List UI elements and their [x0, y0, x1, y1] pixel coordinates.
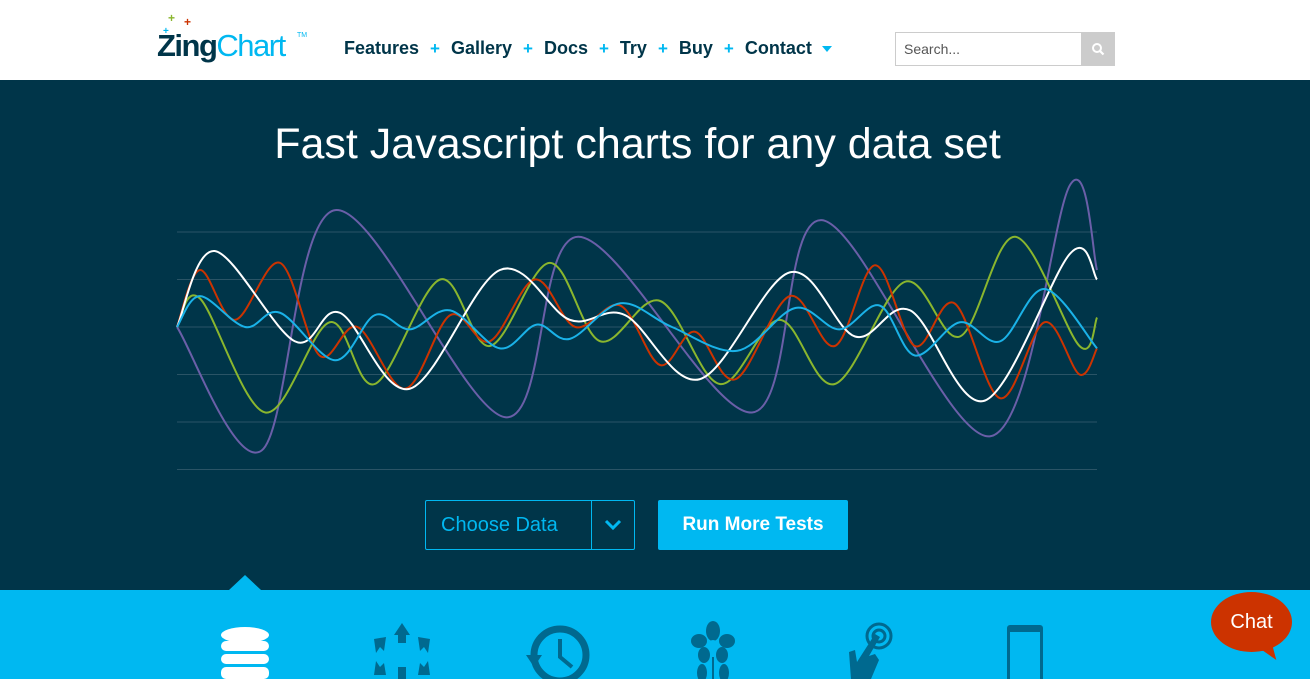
nav-contact[interactable]: Contact — [745, 38, 812, 59]
plus-icon: + — [184, 15, 192, 29]
dropdown-toggle[interactable] — [591, 501, 634, 549]
search-input[interactable] — [895, 32, 1081, 66]
nav-separator: + — [723, 38, 734, 58]
logo-text-chart: Chart — [216, 28, 286, 63]
trademark: TM — [297, 32, 308, 39]
hero-section: Fast Javascript charts for any data set … — [0, 80, 1310, 590]
run-more-tests-button[interactable]: Run More Tests — [658, 500, 848, 550]
series-line-0 — [176, 178, 1098, 454]
nav-separator: + — [523, 38, 533, 58]
touch-hand-icon[interactable] — [845, 622, 895, 679]
search-icon — [1092, 43, 1105, 56]
plus-icon: + — [168, 11, 176, 25]
choose-data-select[interactable]: Choose Data — [425, 500, 635, 550]
search-button[interactable] — [1081, 32, 1115, 66]
nav-separator: + — [598, 38, 609, 58]
database-icon[interactable] — [220, 627, 270, 679]
selected-pointer — [229, 575, 261, 590]
zingchart-logo[interactable]: + + + ZingChart TM — [157, 12, 307, 64]
chat-button[interactable]: Chat — [1211, 592, 1292, 652]
nav-docs[interactable]: Docs — [544, 38, 588, 59]
mobile-phone-icon[interactable] — [1006, 624, 1044, 679]
flower-icon[interactable] — [688, 621, 738, 679]
nav-gallery[interactable]: Gallery — [451, 38, 512, 59]
nav-separator: + — [657, 38, 668, 58]
logo-text-zing: Zing — [157, 28, 218, 63]
chevron-down-icon — [604, 519, 622, 531]
site-header: + + + ZingChart TM Features + Gallery + … — [0, 0, 1310, 80]
demo-line-chart — [176, 178, 1098, 470]
arrows-network-icon[interactable] — [372, 623, 432, 679]
main-nav: Features + Gallery + Docs + Try + Buy + … — [344, 38, 832, 59]
nav-separator: + — [430, 38, 440, 58]
search-form — [895, 32, 1115, 66]
series-line-3 — [176, 247, 1098, 403]
history-clock-icon[interactable] — [524, 625, 592, 679]
nav-buy[interactable]: Buy — [679, 38, 713, 59]
choose-data-label: Choose Data — [441, 513, 558, 536]
nav-try[interactable]: Try — [620, 38, 647, 59]
caret-down-icon[interactable] — [821, 45, 832, 52]
nav-features[interactable]: Features — [344, 38, 419, 59]
